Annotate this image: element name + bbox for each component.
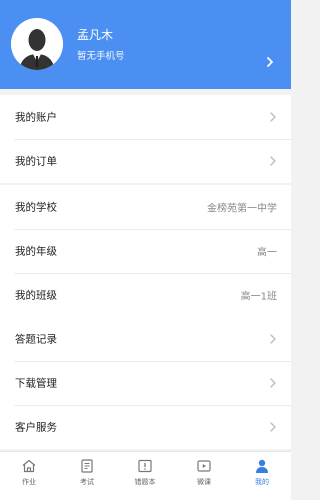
tab-homework[interactable]: 作业 [0, 452, 58, 500]
school-value: 金榜苑第一中学 [207, 203, 277, 215]
row-my-account[interactable]: 我的账户 [0, 95, 291, 139]
row-my-class: 我的班级 高一1班 [0, 273, 291, 317]
row-label: 我的年级 [15, 245, 57, 258]
user-name: 孟凡木 [77, 28, 114, 42]
account-section: 我的账户 我的订单 [0, 95, 291, 183]
row-label: 我的订单 [15, 155, 57, 168]
tab-label: 微课 [197, 478, 211, 486]
chevron-right-icon [269, 112, 277, 122]
row-answer-records[interactable]: 答题记录 [0, 317, 291, 361]
bottom-tab-bar: 作业 考试 错题本 微课 我的 [0, 451, 291, 500]
row-label: 我的学校 [15, 201, 57, 214]
row-my-orders[interactable]: 我的订单 [0, 139, 291, 183]
user-phone: 暂无手机号 [77, 51, 125, 62]
tab-exam[interactable]: 考试 [58, 452, 116, 500]
chevron-right-icon [269, 378, 277, 388]
tab-label: 作业 [22, 478, 36, 486]
services-section: 答题记录 下载管理 客户服务 [0, 317, 291, 449]
tab-mistakes[interactable]: 错题本 [116, 452, 174, 500]
home-icon [21, 458, 37, 474]
chevron-right-icon[interactable] [265, 52, 275, 67]
tab-mine[interactable]: 我的 [233, 452, 291, 500]
row-download-manager[interactable]: 下载管理 [0, 361, 291, 405]
profile-header[interactable]: 孟凡木 暂无手机号 [0, 0, 291, 89]
row-label: 我的账户 [15, 111, 57, 124]
class-value: 高一1班 [240, 291, 277, 303]
video-icon [196, 458, 212, 474]
tab-label: 我的 [255, 478, 269, 486]
profile-icon [254, 458, 270, 474]
tab-label: 错题本 [134, 478, 156, 486]
grade-value: 高一 [257, 247, 277, 259]
exam-icon [79, 458, 95, 474]
row-customer-service[interactable]: 客户服务 [0, 405, 291, 449]
row-label: 答题记录 [15, 333, 57, 346]
row-my-school: 我的学校 金榜苑第一中学 [0, 185, 291, 229]
tab-label: 考试 [80, 478, 94, 486]
row-label: 我的班级 [15, 289, 57, 302]
row-my-grade: 我的年级 高一 [0, 229, 291, 273]
row-label: 下载管理 [15, 377, 57, 390]
tab-microlesson[interactable]: 微课 [175, 452, 233, 500]
school-section: 我的学校 金榜苑第一中学 我的年级 高一 我的班级 高一1班 [0, 185, 291, 317]
row-label: 客户服务 [15, 421, 57, 434]
mistakes-icon [137, 458, 153, 474]
chevron-right-icon [269, 334, 277, 344]
avatar [11, 18, 63, 70]
chevron-right-icon [269, 422, 277, 432]
chevron-right-icon [269, 156, 277, 166]
